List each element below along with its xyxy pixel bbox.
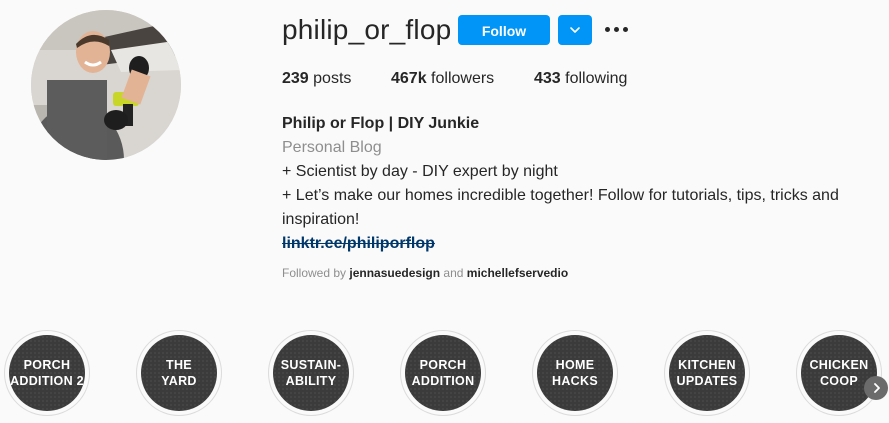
avatar-photo [31, 10, 181, 160]
following-label: following [565, 70, 628, 87]
story-highlight-porch-addition[interactable]: PORCH ADDITION [400, 330, 486, 416]
posts-stat: 239 posts [282, 70, 351, 88]
bio-line-1: + Scientist by day - DIY expert by night [282, 163, 558, 180]
followed-by-user-2[interactable]: michellefservedio [467, 266, 568, 280]
followed-by-user-1[interactable]: jennasuedesign [349, 266, 440, 280]
bio-line-2: + Let’s make our homes incredible togeth… [282, 187, 839, 228]
story-highlight-sustainability[interactable]: SUSTAIN- ABILITY [268, 330, 354, 416]
profile-page: philip_or_flop Follow 239 posts 467k fol… [0, 0, 889, 423]
followed-by-text: Followed by jennasuedesign and michellef… [282, 266, 568, 280]
highlight-label: SUSTAIN- ABILITY [280, 358, 342, 388]
story-highlight-the-yard[interactable]: THE YARD [136, 330, 222, 416]
followers-count: 467k [391, 70, 427, 87]
story-highlight-home-hacks[interactable]: HOME HACKS [532, 330, 618, 416]
story-highlight-porch-addition-2[interactable]: PORCH ADDITION 2 [4, 330, 90, 416]
more-options-icon[interactable] [605, 27, 629, 35]
story-highlight-chicken-coop[interactable]: CHICKEN COOP [796, 330, 882, 416]
highlights-next-button[interactable] [864, 376, 888, 400]
highlight-label: PORCH ADDITION 2 [10, 358, 84, 388]
suggested-accounts-dropdown-button[interactable] [558, 15, 592, 45]
followers-label: followers [431, 70, 495, 87]
highlight-label: KITCHEN UPDATES [676, 358, 738, 388]
profile-category: Personal Blog [282, 139, 382, 156]
highlight-label: HOME HACKS [552, 358, 598, 388]
profile-username: philip_or_flop [282, 14, 452, 45]
following-stat[interactable]: 433 following [534, 70, 627, 88]
followed-by-prefix: Followed by [282, 266, 347, 280]
profile-bio: Philip or Flop | DIY Junkie Personal Blo… [282, 112, 862, 256]
following-count: 433 [534, 70, 561, 87]
highlight-label: THE YARD [161, 358, 197, 388]
followers-stat[interactable]: 467k followers [391, 70, 494, 88]
display-name: Philip or Flop | DIY Junkie [282, 115, 480, 132]
highlight-label: PORCH ADDITION [411, 358, 475, 388]
chevron-down-icon [570, 27, 580, 33]
follow-button[interactable]: Follow [458, 15, 550, 45]
posts-label: posts [313, 70, 352, 87]
posts-count: 239 [282, 70, 309, 87]
profile-avatar[interactable] [31, 10, 181, 160]
story-highlight-kitchen-updates[interactable]: KITCHEN UPDATES [664, 330, 750, 416]
profile-link[interactable]: linktr.ee/philiporflop [282, 235, 435, 252]
followed-by-and: and [443, 266, 464, 280]
highlight-label: CHICKEN COOP [809, 358, 869, 388]
chevron-right-icon [874, 383, 880, 393]
